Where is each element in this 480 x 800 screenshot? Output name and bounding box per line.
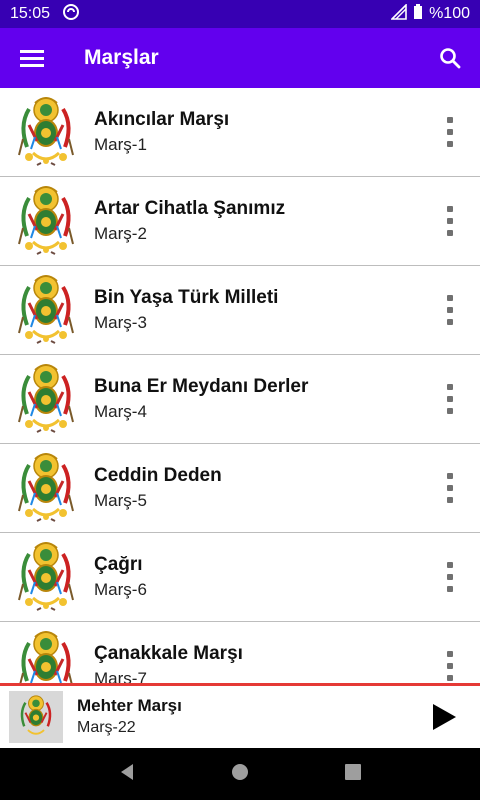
list-item[interactable]: Buna Er Meydanı Derler Marş-4 xyxy=(0,355,480,444)
song-list: Akıncılar Marşı Marş-1 Artar Cihatla Şan… xyxy=(0,88,480,683)
player-title: Mehter Marşı xyxy=(77,696,182,715)
system-nav-bar xyxy=(0,748,480,800)
more-vert-icon[interactable] xyxy=(440,384,460,414)
more-vert-icon[interactable] xyxy=(440,295,460,325)
song-title: Ceddin Deden xyxy=(94,464,222,486)
ottoman-emblem xyxy=(14,94,78,170)
song-subtitle: Marş-2 xyxy=(94,223,147,243)
list-item[interactable]: Akıncılar Marşı Marş-1 xyxy=(0,88,480,177)
mini-player[interactable]: Mehter Marşı Marş-22 xyxy=(0,683,480,748)
song-title: Akıncılar Marşı xyxy=(94,108,230,130)
song-subtitle: Marş-7 xyxy=(94,668,147,684)
search-icon[interactable] xyxy=(420,28,480,88)
more-vert-icon[interactable] xyxy=(440,562,460,592)
song-title: Bin Yaşa Türk Milleti xyxy=(94,286,279,308)
list-item[interactable]: Ceddin Deden Marş-5 xyxy=(0,444,480,533)
page-title: Marşlar xyxy=(84,46,159,69)
list-item[interactable]: Bin Yaşa Türk Milleti Marş-3 xyxy=(0,266,480,355)
ottoman-emblem xyxy=(14,183,78,259)
battery-level: %100 xyxy=(429,5,470,22)
ottoman-emblem xyxy=(9,691,63,743)
ottoman-emblem xyxy=(14,628,78,683)
status-right: %100 xyxy=(390,2,470,25)
list-item[interactable]: Çanakkale Marşı Marş-7 xyxy=(0,622,480,683)
more-vert-icon[interactable] xyxy=(440,651,460,681)
list-item[interactable]: Çağrı Marş-6 xyxy=(0,533,480,622)
song-title: Çağrı xyxy=(94,553,143,575)
ottoman-emblem xyxy=(14,361,78,437)
ottoman-emblem xyxy=(14,539,78,615)
song-subtitle: Marş-1 xyxy=(94,134,147,154)
ottoman-emblem xyxy=(14,450,78,526)
ottoman-emblem xyxy=(14,272,78,348)
menu-icon[interactable] xyxy=(0,28,64,88)
back-icon[interactable] xyxy=(117,762,137,787)
more-vert-icon[interactable] xyxy=(440,473,460,503)
recents-icon[interactable] xyxy=(343,762,363,787)
player-subtitle: Marş-22 xyxy=(77,719,136,736)
song-title: Artar Cihatla Şanımız xyxy=(94,197,286,219)
status-bar: 15:05 %100 xyxy=(0,0,480,28)
song-subtitle: Marş-5 xyxy=(94,490,147,510)
sync-icon xyxy=(62,3,80,26)
battery-icon xyxy=(413,3,423,25)
more-vert-icon[interactable] xyxy=(440,206,460,236)
list-item[interactable]: Artar Cihatla Şanımız Marş-2 xyxy=(0,177,480,266)
signal-icon xyxy=(390,2,407,25)
status-time: 15:05 xyxy=(10,5,51,22)
song-subtitle: Marş-4 xyxy=(94,401,147,421)
more-vert-icon[interactable] xyxy=(440,117,460,147)
app-bar: Marşlar xyxy=(0,28,480,88)
home-icon[interactable] xyxy=(230,762,250,787)
play-icon[interactable] xyxy=(430,702,458,732)
song-subtitle: Marş-6 xyxy=(94,579,147,599)
song-title: Buna Er Meydanı Derler xyxy=(94,375,309,397)
song-subtitle: Marş-3 xyxy=(94,312,147,332)
song-title: Çanakkale Marşı xyxy=(94,642,243,664)
